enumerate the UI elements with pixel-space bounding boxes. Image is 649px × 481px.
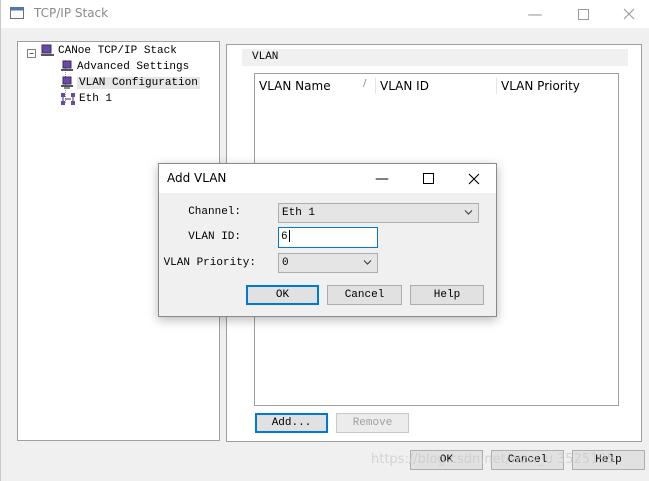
ethernet-icon xyxy=(61,92,75,105)
dialog-close-button[interactable] xyxy=(451,164,497,193)
vlan-id-input[interactable]: 6 xyxy=(278,227,378,248)
column-header-label: VLAN Priority xyxy=(501,79,580,93)
tree-item-label: CANoe TCP/IP Stack xyxy=(58,44,177,57)
vlan-id-label: VLAN ID: xyxy=(188,231,241,243)
dialog-title: Add VLAN xyxy=(167,171,227,185)
column-header-vlan-name[interactable]: VLAN Name xyxy=(255,74,359,98)
add-vlan-button-label: Add... xyxy=(271,417,312,429)
minimize-icon: — xyxy=(375,170,389,187)
add-vlan-dialog: Add VLAN — Channel: Eth 1 VLAN ID: 6 VLA… xyxy=(158,163,497,317)
maximize-button[interactable] xyxy=(560,0,606,28)
network-stack-icon xyxy=(41,44,54,56)
maximize-icon xyxy=(577,8,589,20)
chevron-down-icon xyxy=(464,210,473,215)
app-window-icon xyxy=(10,7,24,19)
remove-vlan-button-label: Remove xyxy=(352,417,393,429)
dialog-minimize-button[interactable]: — xyxy=(359,164,405,193)
vlan-priority-label: VLAN Priority: xyxy=(163,257,256,269)
tree-item-label: VLAN Configuration xyxy=(77,76,200,89)
watermark: https://blog.csdn.net/wzw_u 3525195 xyxy=(371,452,615,467)
title-bar: TCP/IP Stack — xyxy=(1,0,649,28)
dialog-cancel-label: Cancel xyxy=(344,289,385,301)
column-header-label: VLAN Name xyxy=(259,79,331,93)
dialog-help-label: Help xyxy=(433,289,461,301)
sort-indicator-icon: / xyxy=(363,78,367,89)
column-header-vlan-priority[interactable]: VLAN Priority xyxy=(497,74,619,98)
vlan-id-value: 6 xyxy=(281,231,288,243)
dialog-cancel-button[interactable]: Cancel xyxy=(327,285,402,305)
window-title: TCP/IP Stack xyxy=(34,6,109,20)
channel-select[interactable]: Eth 1 xyxy=(278,203,479,223)
dialog-ok-label: OK xyxy=(275,289,290,301)
text-caret xyxy=(288,230,290,243)
close-icon xyxy=(623,8,635,20)
vlan-node-icon xyxy=(61,76,73,89)
vlan-priority-select[interactable]: 0 xyxy=(278,253,378,273)
channel-select-value: Eth 1 xyxy=(282,207,316,219)
dialog-help-button[interactable]: Help xyxy=(410,285,484,305)
close-icon xyxy=(468,173,480,184)
chevron-down-icon xyxy=(363,260,372,265)
maximize-icon xyxy=(422,173,434,184)
settings-node-icon xyxy=(61,60,73,71)
remove-vlan-button[interactable]: Remove xyxy=(336,413,409,433)
dialog-maximize-button[interactable] xyxy=(405,164,451,193)
tree-item-root[interactable]: CANoe TCP/IP Stack xyxy=(40,43,177,58)
tree-item-eth1[interactable]: Eth 1 xyxy=(60,91,112,106)
close-button[interactable] xyxy=(606,0,649,28)
tree-item-label: Advanced Settings xyxy=(77,60,190,73)
column-header-vlan-id[interactable]: VLAN ID xyxy=(376,74,496,98)
column-header-label: VLAN ID xyxy=(380,79,429,93)
tree-item-advanced-settings[interactable]: Advanced Settings xyxy=(60,59,189,74)
channel-label: Channel: xyxy=(188,206,241,218)
add-vlan-button[interactable]: Add... xyxy=(255,413,328,433)
dialog-title-bar: Add VLAN — xyxy=(159,164,496,193)
tree-item-label: Eth 1 xyxy=(79,92,113,105)
minimize-button[interactable]: — xyxy=(512,0,558,28)
tree-item-vlan-configuration[interactable]: VLAN Configuration xyxy=(60,75,200,90)
collapse-icon[interactable]: − xyxy=(27,49,36,58)
vlan-priority-value: 0 xyxy=(282,257,289,269)
vlan-group-title: VLAN xyxy=(242,49,628,66)
minimize-icon: — xyxy=(527,5,543,23)
dialog-ok-button[interactable]: OK xyxy=(246,285,319,305)
